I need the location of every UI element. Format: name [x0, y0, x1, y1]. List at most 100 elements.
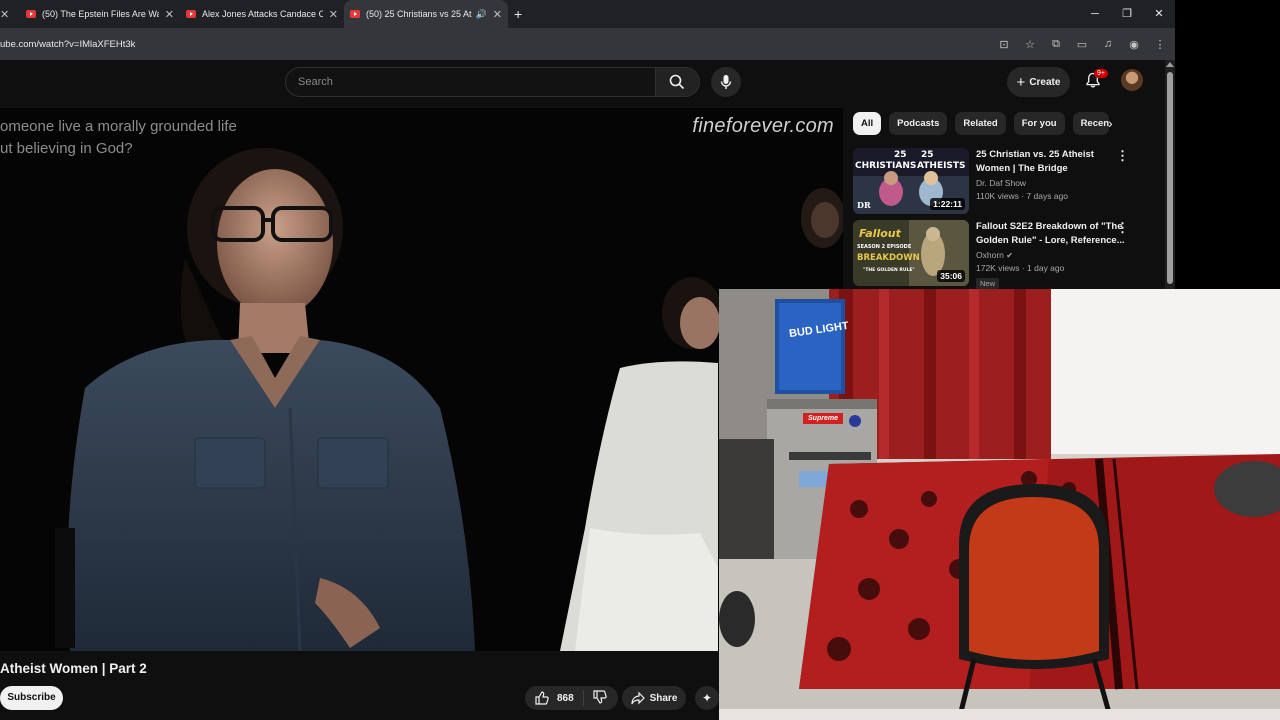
tab-christians-atheists[interactable]: (50) 25 Christians vs 25 Atheists 🔊 ✕ [344, 0, 508, 28]
close-window-icon[interactable]: ✕ [1143, 0, 1175, 28]
avatar[interactable] [1121, 69, 1143, 91]
chip-related[interactable]: Related [955, 112, 1006, 135]
video-info: Fallout S2E2 Breakdown of "The Golden Ru… [976, 220, 1126, 291]
thumb-number-2: 25 [921, 150, 934, 160]
upload-age: 7 days ago [1026, 191, 1068, 201]
channel-name[interactable]: Oxhorn ✔ [976, 250, 1126, 260]
tab-alex-jones[interactable]: Alex Jones Attacks Candace Owens ✕ [180, 0, 344, 28]
youtube-favicon-icon [26, 10, 36, 18]
plus-icon: + [1016, 73, 1026, 91]
video-title: Atheist Women | Part 2 [0, 661, 147, 676]
voice-search-button[interactable] [711, 67, 741, 97]
sparkle-icon: ✦ [701, 691, 713, 705]
video-thumbnail[interactable]: 25 CHRISTIANS 25 ATHEISTS DR 1:22:11 [853, 148, 969, 214]
video-title[interactable]: 25 Christian vs. 25 Atheist Women | The … [976, 148, 1126, 176]
install-app-icon[interactable]: ⊡ [997, 38, 1011, 51]
thumb-breakdown: BREAKDOWN [857, 253, 920, 263]
recommended-video[interactable]: 25 CHRISTIANS 25 ATHEISTS DR 1:22:11 25 … [853, 148, 1143, 214]
recommended-video[interactable]: Fallout SEASON 2 EPISODE BREAKDOWN "THE … [853, 220, 1143, 289]
minimize-icon[interactable]: ─ [1079, 0, 1111, 28]
supreme-sticker: Supreme [803, 413, 843, 424]
new-badge: New [976, 278, 1000, 289]
tab-epstein[interactable]: (50) The Epstein Files Are Way More Ugly… [20, 0, 180, 28]
chip-recently-uploaded[interactable]: Recen [1072, 112, 1109, 135]
more-options-icon[interactable]: ⋮ [1116, 220, 1129, 236]
search-button[interactable] [655, 68, 699, 96]
video-player[interactable]: omeone live a morally grounded life ut b… [0, 108, 843, 651]
chip-podcasts[interactable]: Podcasts [889, 112, 948, 135]
upload-age: 1 day ago [1027, 263, 1065, 273]
extensions-icon[interactable]: ⧉ [1049, 38, 1063, 51]
subscribe-button[interactable]: Subscribe [0, 686, 63, 710]
browser-menu-icon[interactable]: ⋮ [1153, 38, 1167, 51]
view-count: 172K views [976, 263, 1020, 273]
view-count: 110K views [976, 191, 1019, 201]
channel-name[interactable]: Dr. Daf Show [976, 178, 1126, 188]
filter-chips: All Podcasts Related For you Recen [853, 112, 1109, 136]
address-bar: ube.com/watch?v=IMlaXFEHt3k ⊡ ☆ ⧉ ▭ ♫ ◉ … [0, 28, 1175, 60]
thumb-atheists: ATHEISTS [917, 161, 966, 171]
url-field[interactable]: ube.com/watch?v=IMlaXFEHt3k [0, 39, 135, 50]
caption-line-2: ut believing in God? [0, 140, 133, 157]
like-button[interactable]: 868 [525, 690, 584, 706]
create-button[interactable]: + Create [1007, 67, 1070, 97]
close-icon[interactable]: ✕ [165, 8, 174, 21]
thumb-number-1: 25 [894, 150, 907, 160]
thumb-season: SEASON 2 EPISODE [857, 244, 912, 250]
share-label: Share [649, 692, 678, 704]
like-dislike-group: 868 [525, 686, 618, 710]
video-caption: omeone live a morally grounded life ut b… [0, 116, 237, 160]
webcam-overlay: BUD LIGHT Supreme [719, 289, 1280, 720]
bookmark-star-icon[interactable]: ☆ [1023, 38, 1037, 51]
split-view-icon[interactable]: ▭ [1075, 38, 1089, 51]
dislike-button[interactable] [584, 689, 607, 707]
chip-all[interactable]: All [853, 112, 882, 135]
duration-badge: 1:22:11 [930, 198, 965, 210]
browser-tab-bar: ✕ (50) The Epstein Files Are Way More Ug… [0, 0, 1175, 28]
tab-partial[interactable]: ✕ [0, 0, 12, 28]
thumb-fallout: Fallout [859, 227, 902, 240]
restore-icon[interactable]: ❐ [1111, 0, 1143, 28]
chevron-right-icon[interactable]: › [1108, 115, 1113, 131]
more-options-icon[interactable]: ⋮ [1116, 148, 1129, 164]
scroll-up-icon[interactable] [1166, 62, 1174, 67]
video-title[interactable]: Fallout S2E2 Breakdown of "The Golden Ru… [976, 220, 1126, 248]
thumb-logo: DR [857, 200, 871, 210]
share-button[interactable]: Share [622, 686, 686, 710]
tab-title: (50) The Epstein Files Are Way More Ugly [42, 9, 159, 19]
speaker-icon[interactable]: 🔊 [476, 9, 487, 20]
video-frame [0, 108, 843, 651]
close-icon[interactable]: ✕ [493, 8, 502, 21]
thumbs-down-icon [593, 689, 607, 704]
video-meta: 110K views · 7 days ago [976, 191, 1068, 201]
new-tab-button[interactable]: + [514, 6, 522, 22]
thumbs-up-icon [535, 691, 549, 705]
tab-title: Alex Jones Attacks Candace Owens [202, 9, 323, 19]
video-thumbnail[interactable]: Fallout SEASON 2 EPISODE BREAKDOWN "THE … [853, 220, 969, 286]
chip-for-you[interactable]: For you [1013, 112, 1065, 135]
profile-icon[interactable]: ◉ [1127, 38, 1141, 51]
youtube-favicon-icon [186, 10, 196, 18]
scrollbar-thumb[interactable] [1167, 72, 1173, 284]
video-watermark: fineforever.com [692, 115, 834, 137]
youtube-favicon-icon [350, 10, 360, 18]
empty-desktop-area [1175, 0, 1280, 289]
video-info: 25 Christian vs. 25 Atheist Women | The … [976, 148, 1126, 201]
search-box[interactable]: Search [285, 67, 700, 97]
ask-sparkle-button[interactable]: ✦ [695, 686, 719, 710]
channel-label: Oxhorn [976, 250, 1004, 260]
media-controls-icon[interactable]: ♫ [1101, 38, 1115, 50]
notification-badge: 9+ [1094, 69, 1108, 78]
create-label: Create [1029, 76, 1061, 88]
search-icon [669, 74, 685, 90]
screen: ✕ (50) The Epstein Files Are Way More Ug… [0, 0, 1280, 720]
page-scrollbar[interactable] [1165, 60, 1175, 289]
close-icon[interactable]: ✕ [329, 8, 338, 21]
close-icon[interactable]: ✕ [0, 8, 9, 21]
window-controls: ─ ❐ ✕ [1079, 0, 1175, 28]
webcam-feed [719, 289, 1280, 720]
video-meta: 172K views · 1 day ago [976, 263, 1065, 273]
thumb-golden-rule: "THE GOLDEN RULE" [863, 267, 915, 273]
microphone-icon [720, 75, 732, 89]
search-input[interactable]: Search [298, 76, 333, 88]
